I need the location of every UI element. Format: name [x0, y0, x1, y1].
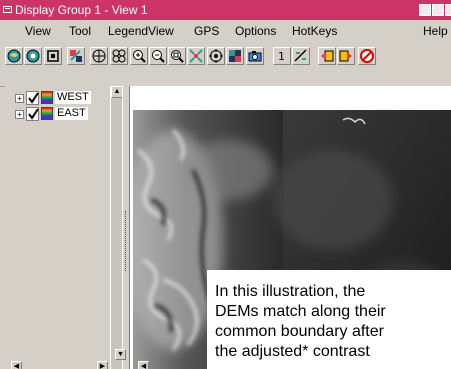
zoom-box-icon[interactable] — [168, 47, 186, 65]
window-title: Display Group 1 - View 1 — [15, 3, 148, 17]
scroll-down-icon[interactable]: ▼ — [115, 349, 126, 360]
illustration-caption: In this illustration, the DEMs match alo… — [207, 270, 451, 369]
next-view-icon[interactable] — [337, 47, 355, 65]
title-bar[interactable]: Display Group 1 - View 1 — [0, 0, 451, 20]
camera-icon[interactable] — [246, 47, 264, 65]
raster-layer-icon — [41, 91, 53, 104]
pan-icon[interactable] — [90, 47, 108, 65]
maximize-button[interactable] — [432, 4, 444, 16]
view-scroll-left-icon[interactable]: ◀ — [138, 361, 149, 369]
scale-one-label: 1 — [278, 50, 285, 63]
layer-label[interactable]: EAST — [55, 107, 88, 120]
view-layer-icon[interactable] — [24, 47, 42, 65]
menu-help[interactable]: Help — [423, 24, 448, 38]
menu-options[interactable]: Options — [235, 24, 276, 38]
toolbar: 1 — [0, 42, 451, 87]
menu-gps[interactable]: GPS — [194, 24, 219, 38]
expand-icon[interactable]: + — [15, 110, 24, 119]
application-window: Display Group 1 - View 1 View Tool Legen… — [0, 0, 451, 369]
zoom-out-icon[interactable] — [149, 47, 167, 65]
expand-icon[interactable]: + — [15, 94, 24, 103]
scale-tool-icon[interactable] — [292, 47, 310, 65]
checkmark-icon — [28, 108, 39, 120]
layer-visibility-checkbox[interactable] — [26, 91, 39, 105]
layer-visibility-checkbox[interactable] — [26, 107, 39, 121]
prev-view-icon[interactable] — [318, 47, 336, 65]
legend-panel: + WEST + EAST ▲ — [5, 86, 123, 369]
menu-view[interactable]: View — [25, 24, 51, 38]
splitter-grip[interactable] — [125, 211, 128, 271]
menu-hotkeys[interactable]: HotKeys — [292, 24, 337, 38]
zoom-full-icon[interactable] — [187, 47, 205, 65]
scale-one-icon[interactable]: 1 — [273, 47, 291, 65]
scroll-left-icon[interactable]: ◀ — [11, 361, 22, 369]
roam-icon[interactable] — [110, 47, 128, 65]
window-menu-icon[interactable] — [3, 6, 12, 13]
panel-splitter[interactable] — [122, 86, 130, 369]
menu-tool[interactable]: Tool — [69, 24, 91, 38]
checkmark-icon — [28, 92, 39, 104]
close-button[interactable] — [445, 4, 451, 16]
menu-legendview[interactable]: LegendView — [108, 24, 174, 38]
zoom-in-icon[interactable] — [130, 47, 148, 65]
legend-scrollbar[interactable]: ▲ — [110, 86, 123, 369]
menu-bar: View Tool LegendView GPS Options HotKeys… — [0, 20, 451, 42]
view-world-icon[interactable] — [5, 47, 23, 65]
raster-layer-icon — [41, 107, 53, 120]
locate-icon[interactable] — [207, 47, 225, 65]
layer-label[interactable]: WEST — [55, 91, 91, 104]
minimize-button[interactable] — [419, 4, 431, 16]
scroll-right-icon[interactable]: ▶ — [97, 361, 108, 369]
stop-icon[interactable] — [358, 47, 376, 65]
grid-icon[interactable] — [226, 47, 244, 65]
fit-screen-icon[interactable] — [44, 47, 62, 65]
redraw-icon[interactable] — [67, 47, 85, 65]
